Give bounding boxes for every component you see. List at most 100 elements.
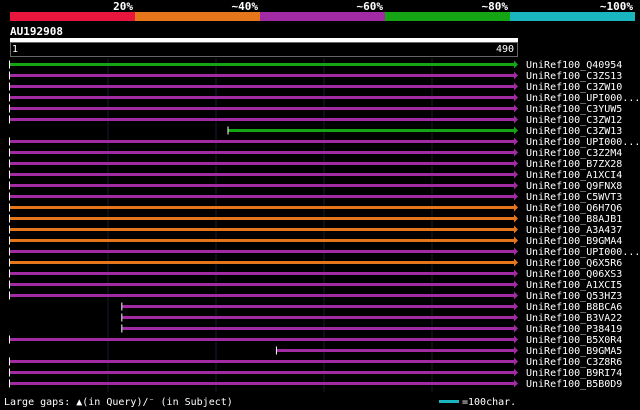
hit-bar — [10, 162, 514, 165]
hit-label[interactable]: UniRef100_Q53HZ3 — [526, 291, 622, 302]
hit-label[interactable]: UniRef100_A3A437 — [526, 225, 622, 236]
hit-label[interactable]: UniRef100_B9RI74 — [526, 368, 622, 379]
hit-start-tick — [9, 159, 10, 168]
hit-bar — [10, 338, 514, 341]
hit-start-tick — [9, 137, 10, 146]
hit-bar — [10, 151, 514, 154]
hit-label[interactable]: UniRef100_B5B0D9 — [526, 379, 622, 390]
hit-bar — [10, 250, 514, 253]
hit-start-tick — [9, 82, 10, 91]
hit-bar — [10, 85, 514, 88]
hit-start-tick — [9, 335, 10, 344]
hit-bar — [122, 305, 514, 308]
scale-label-1: 20% — [113, 0, 133, 13]
hit-start-tick — [9, 280, 10, 289]
hit-label[interactable]: UniRef100_C3Z8R6 — [526, 357, 622, 368]
legend-gaps-text: Large gaps: ▲(in Query)/⁻ (in Subject) — [4, 397, 233, 408]
hit-label[interactable]: UniRef100_B3VA22 — [526, 313, 622, 324]
query-end-label: 490 — [496, 44, 514, 55]
hit-label[interactable]: UniRef100_UPI000... — [526, 137, 640, 148]
query-bar — [10, 38, 518, 42]
hit-start-tick — [9, 71, 10, 80]
hit-bar — [276, 349, 514, 352]
hit-label[interactable]: UniRef100_C3ZW13 — [526, 126, 622, 137]
hit-bar — [10, 272, 514, 275]
hit-start-tick — [9, 170, 10, 179]
hit-label[interactable]: UniRef100_Q6H7Q6 — [526, 203, 622, 214]
hit-bar — [10, 96, 514, 99]
hit-start-tick — [9, 269, 10, 278]
hit-bar — [10, 294, 514, 297]
hit-label[interactable]: UniRef100_C3ZW12 — [526, 115, 622, 126]
hit-start-tick — [9, 368, 10, 377]
scale-label-4: ~80% — [482, 0, 509, 13]
hit-bar — [10, 140, 514, 143]
hit-label[interactable]: UniRef100_B9GMA4 — [526, 236, 622, 247]
scale-segment-1 — [10, 12, 135, 21]
hit-label[interactable]: UniRef100_UPI000... — [526, 93, 640, 104]
hit-bar — [10, 195, 514, 198]
hit-bar — [10, 217, 514, 220]
hit-start-tick — [9, 214, 10, 223]
hit-label[interactable]: UniRef100_A1XCI5 — [526, 280, 622, 291]
hit-bar — [10, 63, 514, 66]
hit-label[interactable]: UniRef100_C5WVT3 — [526, 192, 622, 203]
hit-bar — [10, 382, 514, 385]
hit-bar — [10, 360, 514, 363]
hit-bar — [10, 118, 514, 121]
hit-start-tick — [9, 104, 10, 113]
hit-bar — [228, 129, 515, 132]
hit-start-tick — [9, 203, 10, 212]
hit-label[interactable]: UniRef100_C3ZW10 — [526, 82, 622, 93]
hit-bar — [10, 184, 514, 187]
scale-segment-2 — [135, 12, 260, 21]
scale-label-2: ~40% — [232, 0, 259, 13]
scale-segment-4 — [385, 12, 510, 21]
hit-start-tick — [121, 324, 123, 333]
hit-start-tick — [9, 192, 10, 201]
hit-start-tick — [9, 379, 10, 388]
hit-label[interactable]: UniRef100_C3ZS13 — [526, 71, 622, 82]
scale-label-5: ~100% — [600, 0, 633, 13]
hit-label[interactable]: UniRef100_C3Z2M4 — [526, 148, 622, 159]
hit-label[interactable]: UniRef100_Q06XS3 — [526, 269, 622, 280]
hit-label[interactable]: UniRef100_B8BCA6 — [526, 302, 622, 313]
hit-bar — [122, 316, 514, 319]
hit-bar — [10, 228, 514, 231]
hit-label[interactable]: UniRef100_C3YUW5 — [526, 104, 622, 115]
hit-start-tick — [9, 236, 10, 245]
hit-bar — [122, 327, 514, 330]
hit-start-tick — [227, 126, 229, 135]
legend-scale-text: =100char. — [462, 397, 516, 408]
hit-label[interactable]: UniRef100_Q6X5R6 — [526, 258, 622, 269]
scale-label-3: ~60% — [357, 0, 384, 13]
hit-label[interactable]: UniRef100_B9GMA5 — [526, 346, 622, 357]
hit-label[interactable]: UniRef100_P38419 — [526, 324, 622, 335]
hit-start-tick — [9, 93, 10, 102]
hit-label[interactable]: UniRef100_A1XCI4 — [526, 170, 622, 181]
scale-segment-3 — [260, 12, 385, 21]
alignment-overview: 20% ~40% ~60% ~80% ~100% AU192908 1 490 UniR… — [0, 0, 640, 410]
hit-label[interactable]: UniRef100_B5X0R4 — [526, 335, 622, 346]
hit-start-tick — [9, 148, 10, 157]
query-start-label: 1 — [12, 44, 18, 55]
hit-label[interactable]: UniRef100_B7ZX28 — [526, 159, 622, 170]
hit-label[interactable]: UniRef100_Q9FNX8 — [526, 181, 622, 192]
hit-label[interactable]: UniRef100_UPI000... — [526, 247, 640, 258]
legend-scale-bar — [439, 400, 459, 403]
hit-bar — [10, 261, 514, 264]
hit-start-tick — [9, 115, 10, 124]
hit-start-tick — [9, 258, 10, 267]
hit-bar — [10, 206, 514, 209]
hit-start-tick — [275, 346, 277, 355]
scale-segment-5 — [510, 12, 635, 21]
hit-bar — [10, 283, 514, 286]
hit-start-tick — [9, 291, 10, 300]
hit-start-tick — [9, 357, 10, 366]
hit-start-tick — [9, 247, 10, 256]
hit-start-tick — [9, 181, 10, 190]
hit-start-tick — [9, 225, 10, 234]
hit-label[interactable]: UniRef100_Q40954 — [526, 60, 622, 71]
hit-start-tick — [121, 302, 123, 311]
hit-label[interactable]: UniRef100_B8AJB1 — [526, 214, 622, 225]
